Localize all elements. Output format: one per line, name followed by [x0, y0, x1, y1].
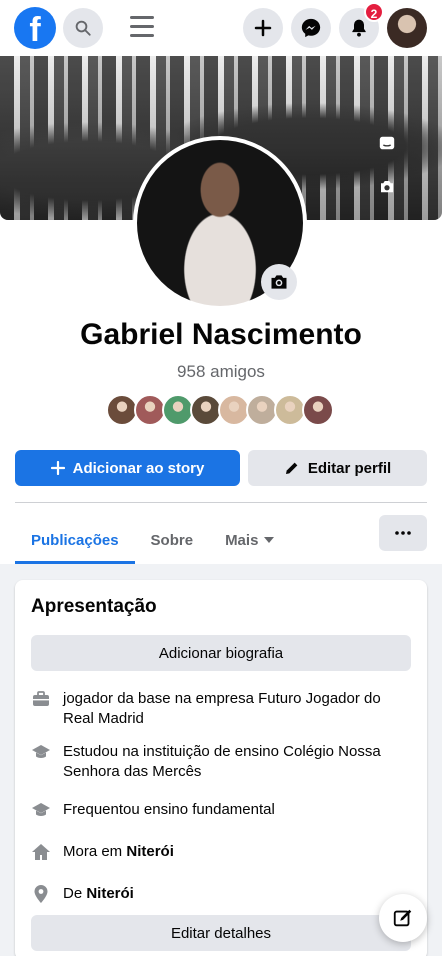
edit-post-icon [393, 909, 412, 927]
edit-profile-picture-button[interactable] [261, 264, 297, 300]
friend-avatar[interactable] [302, 394, 334, 426]
facebook-logo-letter: f [29, 11, 41, 49]
home-icon [32, 844, 50, 860]
lives-in-text: Mora em Niterói [63, 842, 174, 862]
tab-about[interactable]: Sobre [135, 516, 210, 564]
plus-icon [50, 461, 65, 475]
from-city[interactable]: Niterói [86, 885, 134, 902]
add-to-story-label: Adicionar ao story [72, 459, 205, 477]
profile-name: Gabriel Nascimento [80, 318, 362, 351]
top-navigation-bar: f 2 [0, 0, 442, 56]
info-work: jogador da base na empresa Futuro Jogado… [31, 689, 411, 729]
search-icon [75, 20, 91, 36]
account-avatar[interactable] [387, 8, 427, 48]
from-text: De Niterói [63, 884, 134, 904]
info-lives-in: Mora em Niterói [31, 842, 411, 862]
tab-posts[interactable]: Publicações [15, 516, 135, 564]
edit-profile-label: Editar perfil [307, 459, 392, 477]
notification-badge: 2 [364, 2, 384, 22]
friends-count[interactable]: 958 amigos [0, 362, 442, 382]
camera-icon [271, 275, 287, 289]
add-bio-label: Adicionar biografia [158, 644, 284, 662]
create-button[interactable] [243, 8, 283, 48]
messenger-icon [301, 18, 321, 38]
tab-more-label: Mais [225, 531, 259, 549]
ellipsis-icon [395, 531, 411, 535]
school-text: Frequentou ensino fundamental [63, 801, 275, 818]
info-education: Estudou na instituição de ensino Colégio… [31, 742, 411, 782]
pencil-icon [285, 462, 298, 474]
briefcase-icon [33, 691, 49, 706]
intro-title: Apresentação [31, 596, 157, 617]
edit-details-button[interactable]: Editar detalhes [31, 915, 411, 951]
friend-avatars[interactable] [106, 394, 334, 426]
search-button[interactable] [63, 8, 103, 48]
lives-city[interactable]: Niterói [126, 843, 174, 860]
tab-about-label: Sobre [150, 531, 194, 549]
face-icon [379, 136, 395, 150]
info-school: Frequentou ensino fundamental [31, 800, 411, 820]
camera-icon [381, 181, 393, 193]
from-prefix: De [63, 885, 87, 902]
facebook-logo[interactable]: f [14, 7, 56, 49]
education-text: Estudou na instituição de ensino Colégio… [63, 743, 381, 780]
edit-profile-button[interactable]: Editar perfil [248, 450, 427, 486]
add-bio-button[interactable]: Adicionar biografia [31, 635, 411, 671]
tab-posts-label: Publicações [31, 531, 119, 549]
lives-prefix: Mora em [63, 843, 127, 860]
create-post-button[interactable] [379, 894, 427, 942]
menu-icon[interactable] [130, 16, 154, 40]
caret-down-icon [264, 537, 275, 543]
divider [15, 502, 427, 503]
profile-tabs: Publicações Sobre Mais [15, 516, 290, 564]
intro-card: Apresentação Adicionar biografia jogador… [15, 580, 427, 956]
add-to-story-button[interactable]: Adicionar ao story [15, 450, 240, 486]
plus-icon [254, 19, 272, 37]
work-text: jogador da base na empresa Futuro Jogado… [63, 690, 381, 727]
location-pin-icon [34, 885, 48, 903]
info-from: De Niterói [31, 884, 411, 904]
edit-cover-button[interactable] [376, 176, 398, 198]
tab-more[interactable]: Mais [209, 516, 290, 564]
more-options-button[interactable] [379, 515, 427, 551]
graduation-cap-icon [32, 745, 50, 758]
messenger-button[interactable] [291, 8, 331, 48]
bell-icon [352, 19, 366, 37]
graduation-cap-icon [32, 803, 50, 816]
edit-details-label: Editar detalhes [170, 924, 272, 942]
avatar-sticker-button[interactable] [376, 132, 398, 154]
profile-header: Gabriel Nascimento 958 amigos Adicionar … [0, 56, 442, 564]
